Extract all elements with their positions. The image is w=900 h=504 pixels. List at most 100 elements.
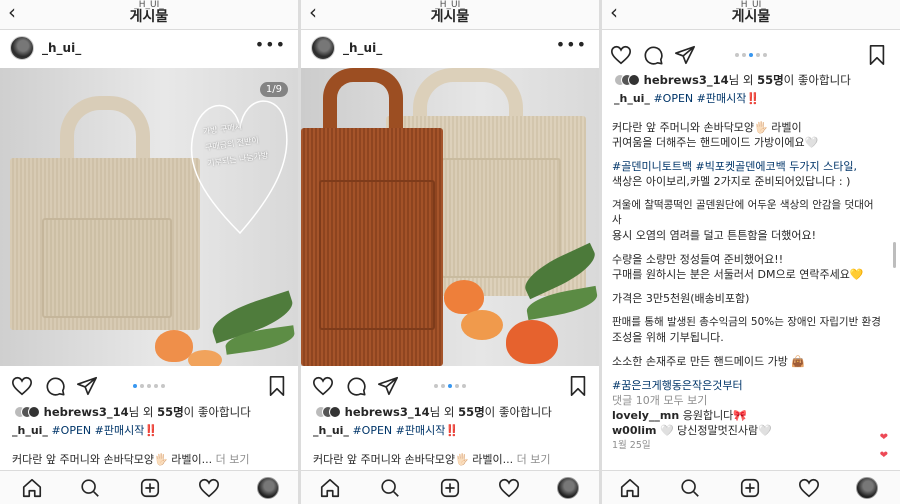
hashtag-sale[interactable]: #판매시작 [396,424,446,437]
likes-count[interactable]: 55명 [458,405,485,419]
search-icon[interactable] [379,477,401,499]
caption-author[interactable]: _h_ui_ [12,424,48,437]
caption-head: _h_ui_ #OPEN #판매시작‼️ [614,92,890,106]
caption-line: 귀여움을 더해주는 핸드메이드 가방이에요🤍 [612,136,819,149]
caption-line: 구매를 원하시는 분은 서둘러서 DM으로 연락주세요💛 [612,268,864,281]
comment-text: 응원합니다🎀 [682,409,747,422]
comment-icon[interactable] [345,375,367,397]
post-screen-3: _H_UI_ ‹ 게시물 hebrews3_14님 외 55명이 좋아합니다 _… [602,0,900,504]
more-options-button[interactable]: ••• [255,35,286,54]
activity-heart-icon[interactable] [798,477,820,499]
comment-like-icon[interactable]: ❤ [880,432,888,443]
author-name[interactable]: _h_ui_ [343,41,382,55]
bookmark-icon[interactable] [266,375,288,397]
caption-line [612,369,884,378]
comment-icon[interactable] [44,375,66,397]
caption-author[interactable]: _h_ui_ [614,92,650,105]
liked-by-user[interactable]: hebrews3_14 [644,73,729,87]
post-photo[interactable]: 가방 구매시 구매금의 절반이 기부되는 나눔가방 1/9 [0,68,298,366]
bottom-nav [602,470,900,504]
activity-heart-icon[interactable] [498,477,520,499]
bottom-nav [301,470,599,504]
page-title: 게시물 [731,9,771,25]
exclaim-emoji: ‼️ [746,92,761,105]
exclaim-emoji: ‼️ [144,424,159,437]
likes-count[interactable]: 55명 [157,405,184,419]
author-name[interactable]: _h_ui_ [42,41,81,55]
liker-avatars [315,406,341,418]
caption-line: 수량을 소량만 정성들여 준비했어요!! [612,253,784,266]
heart-icon[interactable] [610,44,632,66]
hashtag-open[interactable]: #OPEN [653,92,693,105]
paper-plane-icon[interactable] [377,375,399,397]
carousel-dots [735,53,767,57]
comment-icon[interactable] [642,44,664,66]
more-link[interactable]: 더 보기 [517,453,551,466]
home-icon[interactable] [319,477,341,499]
caption-line [612,345,884,354]
caption-preview: 커다란 앞 주머니와 손바닥모양🖐🏻 라벨이... 더 보기 [12,453,288,467]
add-post-icon[interactable] [439,477,461,499]
tulip [444,280,484,314]
image-counter: 1/9 [259,82,288,97]
action-bar [602,40,900,68]
more-options-button[interactable]: ••• [556,35,587,54]
comment-like-icon[interactable]: ❤ [880,450,888,461]
caption-preview-text: 커다란 앞 주머니와 손바닥모양🖐🏻 라벨이... [313,453,514,466]
bookmark-icon[interactable] [866,44,888,66]
liker-avatars [14,406,40,418]
search-icon[interactable] [79,477,101,499]
likes-summary[interactable]: hebrews3_14님 외 55명이 좋아합니다 [14,404,251,420]
comment-user[interactable]: lovely__mn [612,409,679,422]
profile-avatar[interactable] [557,477,579,499]
add-post-icon[interactable] [139,477,161,499]
view-all-comments[interactable]: 댓글 10개 모두 보기 [612,393,884,408]
scrollbar[interactable] [893,242,896,268]
tulip [461,310,503,340]
activity-heart-icon[interactable] [198,477,220,499]
caption-preview-text: 커다란 앞 주머니와 손바닥모양🖐🏻 라벨이... [12,453,213,466]
carousel-dots [133,384,165,388]
carousel-dots [434,384,466,388]
heart-icon[interactable] [11,375,33,397]
paper-plane-icon[interactable] [76,375,98,397]
paper-plane-icon[interactable] [674,44,696,66]
liked-by-user[interactable]: hebrews3_14 [345,405,430,419]
profile-avatar[interactable] [856,477,878,499]
hashtag-sale[interactable]: #판매시작 [697,92,747,105]
hashtag-line[interactable]: #골덴미니토트백 #빅포켓골덴에코백 두가지 스타일, [612,160,857,173]
bag-pocket [441,158,561,278]
search-icon[interactable] [679,477,701,499]
likes-text: 이 좋아합니다 [183,405,251,419]
likes-summary[interactable]: hebrews3_14님 외 55명이 좋아합니다 [315,404,552,420]
post-header: _h_ui_ ••• [0,34,298,64]
more-link[interactable]: 더 보기 [216,453,250,466]
likes-summary[interactable]: hebrews3_14님 외 55명이 좋아합니다 [614,72,851,88]
heart-icon[interactable] [312,375,334,397]
comment-user[interactable]: w00lim [612,424,656,437]
add-post-icon[interactable] [739,477,761,499]
hashtag-open[interactable]: #OPEN [51,424,91,437]
caption-line: #골덴미니토트백 #빅포켓골덴에코백 두가지 스타일, [612,159,884,174]
author-avatar[interactable] [10,36,34,60]
full-caption: 커다란 앞 주머니와 손바닥모양🖐🏻 라벨이 귀여움을 더해주는 핸드메이드 가… [612,120,884,453]
bookmark-icon[interactable] [567,375,589,397]
hashtag-sale[interactable]: #판매시작 [95,424,145,437]
likes-count[interactable]: 55명 [757,73,784,87]
top-bar: _H_UI_ ‹ 게시물 [301,0,599,30]
likes-text: 이 좋아합니다 [484,405,552,419]
post-photo[interactable] [301,68,599,366]
profile-avatar[interactable] [257,477,279,499]
liked-by-user[interactable]: hebrews3_14 [44,405,129,419]
author-avatar[interactable] [311,36,335,60]
bottom-nav [0,470,298,504]
post-screen-1: _H_UI_ ‹ 게시물 _h_ui_ ••• 가방 구매시 구매금의 절반이 … [0,0,298,504]
caption-author[interactable]: _h_ui_ [313,424,349,437]
hashtag-open[interactable]: #OPEN [352,424,392,437]
hashtag-line[interactable]: #꿈은크게행동은작은것부터 [612,379,743,392]
likes-text: 이 좋아합니다 [783,73,851,87]
home-icon[interactable] [619,477,641,499]
caption-head: _h_ui_ #OPEN #판매시작‼️ [12,424,288,438]
post-screen-2: _H_UI_ ‹ 게시물 _h_ui_ ••• hebrews3_14님 외 5… [301,0,599,504]
home-icon[interactable] [21,477,43,499]
